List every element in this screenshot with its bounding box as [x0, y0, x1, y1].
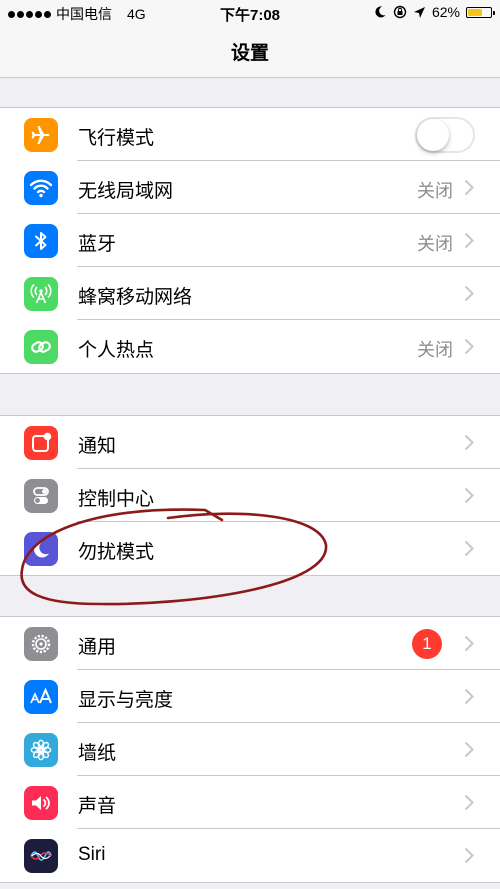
status-right: 62% — [373, 4, 495, 20]
chevron-right-icon — [464, 794, 474, 811]
row-label: 蜂窝移动网络 — [78, 287, 193, 308]
settings-row-display-brightness[interactable]: 显示与亮度 — [0, 670, 500, 723]
location-arrow-icon — [413, 6, 425, 18]
airplane-icon — [24, 118, 58, 152]
settings-row-control-center[interactable]: 控制中心 — [0, 469, 500, 522]
settings-group-general: 通用 1 显示与亮度 墙纸 声音 Siri — [0, 616, 500, 883]
chevron-right-icon — [464, 487, 474, 504]
row-label: 勿扰模式 — [78, 542, 155, 563]
battery-percent: 62% — [431, 4, 460, 20]
chevron-right-icon — [464, 338, 474, 355]
chevron-right-icon — [464, 635, 474, 652]
row-label: 显示与亮度 — [78, 690, 174, 711]
row-label: 控制中心 — [78, 489, 155, 510]
gear-icon — [24, 627, 58, 661]
settings-row-personal-hotspot[interactable]: 个人热点 关闭 — [0, 320, 500, 373]
page-title: 设置 — [230, 43, 269, 64]
status-bar: 中国电信 4G 下午7:08 62% — [0, 0, 500, 26]
chevron-right-icon — [464, 688, 474, 705]
nav-bar: 设置 — [0, 26, 500, 78]
control-center-icon — [24, 479, 58, 513]
battery-icon — [466, 6, 495, 18]
airplane-mode-toggle[interactable] — [415, 117, 475, 153]
settings-row-airplane-mode[interactable]: 飞行模式 — [0, 108, 500, 161]
row-label: 飞行模式 — [78, 128, 155, 149]
settings-row-wallpaper[interactable]: 墙纸 — [0, 723, 500, 776]
settings-row-notifications[interactable]: 通知 — [0, 416, 500, 469]
chevron-right-icon — [464, 285, 474, 302]
row-value: 关闭 — [417, 181, 453, 201]
settings-row-general[interactable]: 通用 1 — [0, 617, 500, 670]
chevron-right-icon — [464, 434, 474, 451]
chevron-right-icon — [464, 232, 474, 249]
settings-row-wifi[interactable]: 无线局域网 关闭 — [0, 161, 500, 214]
row-value: 关闭 — [417, 234, 453, 254]
hotspot-link-icon — [24, 330, 58, 364]
settings-row-sounds[interactable]: 声音 — [0, 776, 500, 829]
cellular-antenna-icon — [24, 277, 58, 311]
row-label: 个人热点 — [78, 340, 155, 361]
chevron-right-icon — [464, 540, 474, 557]
settings-group-connectivity: 飞行模式 无线局域网 关闭 蓝牙 关闭 蜂窝移动网络 个人热点 关闭 — [0, 107, 500, 374]
chevron-right-icon — [464, 847, 474, 864]
row-value: 关闭 — [417, 340, 453, 360]
rotation-lock-icon — [393, 5, 407, 19]
moon-icon — [24, 532, 58, 566]
chevron-right-icon — [464, 179, 474, 196]
row-label: 无线局域网 — [78, 181, 174, 202]
row-label: 声音 — [78, 796, 117, 817]
row-label: 蓝牙 — [78, 234, 117, 255]
wifi-icon — [24, 171, 58, 205]
settings-row-siri[interactable]: Siri — [0, 829, 500, 882]
settings-row-cellular[interactable]: 蜂窝移动网络 — [0, 267, 500, 320]
bluetooth-icon — [24, 224, 58, 258]
flower-icon — [24, 733, 58, 767]
row-label: 通用 — [78, 637, 117, 658]
settings-group-notifications: 通知 控制中心 勿扰模式 — [0, 415, 500, 576]
row-label: 墙纸 — [78, 743, 117, 764]
notifications-icon — [24, 426, 58, 460]
settings-row-bluetooth[interactable]: 蓝牙 关闭 — [0, 214, 500, 267]
siri-icon — [24, 839, 58, 873]
row-label: Siri — [78, 844, 106, 865]
toggle-knob — [417, 119, 449, 151]
chevron-right-icon — [464, 741, 474, 758]
moon-icon — [375, 6, 386, 18]
speaker-icon — [24, 786, 58, 820]
settings-row-do-not-disturb[interactable]: 勿扰模式 — [0, 522, 500, 575]
update-badge: 1 — [412, 629, 442, 659]
row-label: 通知 — [78, 436, 117, 457]
text-size-icon — [24, 680, 58, 714]
